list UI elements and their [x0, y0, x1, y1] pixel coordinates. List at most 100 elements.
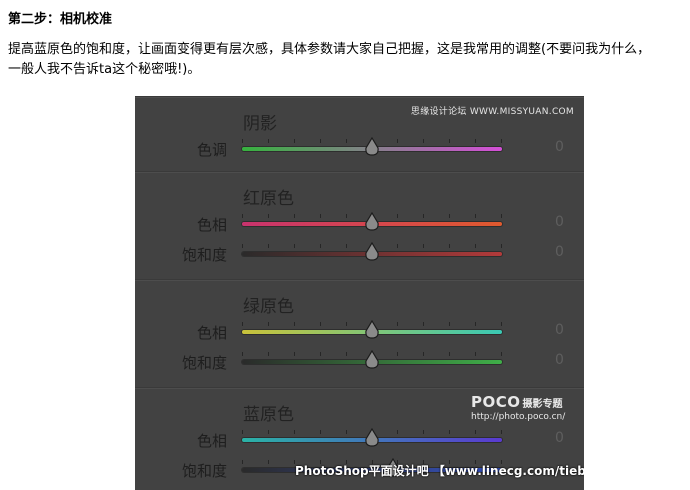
slider-tick [397, 214, 399, 218]
slider-thumb[interactable] [364, 350, 380, 370]
step-title: 第二步：相机校准 [8, 12, 113, 27]
slider-value: 0 [555, 352, 564, 368]
slider-tick [293, 244, 295, 248]
slider-tick [267, 244, 269, 248]
watermark-bottom: PhotoShop平面设计吧 【www.linecg.com/tieba/178… [295, 464, 584, 478]
slider-tick [242, 139, 243, 143]
slider-tick [423, 430, 425, 434]
slider-tick [345, 322, 347, 326]
slider-thumb[interactable] [364, 242, 380, 262]
slider-tick [501, 244, 502, 248]
poco-sub: 摄影专题 [522, 399, 563, 410]
slider-thumb[interactable] [364, 320, 380, 340]
slider-tick [449, 139, 451, 143]
slider-tick [345, 430, 347, 434]
slider-tick [267, 139, 269, 143]
slider-tick [449, 430, 451, 434]
slider-tick [345, 139, 347, 143]
slider-row: 饱和度 0 [135, 242, 584, 266]
slider-tick [475, 322, 477, 326]
slider-thumb[interactable] [364, 212, 380, 232]
slider-tick [475, 214, 477, 218]
slider-label: 饱和度 [181, 354, 227, 372]
slider-tick [319, 322, 321, 326]
slider-tick [423, 322, 425, 326]
slider-row: 色调 0 [135, 137, 584, 161]
slider-value: 0 [555, 139, 564, 155]
slider-tick [449, 214, 451, 218]
slider-tick [449, 322, 451, 326]
section-title: 红原色 [243, 189, 294, 209]
slider-tick [267, 214, 269, 218]
slider-tick [293, 322, 295, 326]
slider-thumb[interactable] [364, 137, 380, 157]
section-title: 蓝原色 [243, 405, 294, 425]
slider-tick [319, 214, 321, 218]
poco-url: http://photo.poco.cn/ [471, 412, 566, 422]
slider-tick [242, 214, 243, 218]
slider-tick [242, 460, 243, 464]
slider-tick [267, 430, 269, 434]
slider-value: 0 [555, 430, 564, 446]
slider-value: 0 [555, 244, 564, 260]
slider-label: 色相 [196, 432, 227, 450]
slider-tick [449, 352, 451, 356]
slider-tick [319, 139, 321, 143]
slider-tick [423, 352, 425, 356]
poco-brand: POCO [471, 393, 521, 411]
intro-paragraph: 提高蓝原色的饱和度，让画面变得更有层次感，具体参数请大家自己把握，这是我常用的调… [8, 40, 690, 80]
slider-tick [501, 214, 502, 218]
slider-tick [242, 322, 243, 326]
slider-tick [293, 352, 295, 356]
section-green-primary: 绿原色 色相 0 饱和度 0 [135, 279, 584, 388]
slider-tick [397, 322, 399, 326]
slider-tick [475, 139, 477, 143]
slider-tick [501, 430, 502, 434]
slider-label: 色调 [196, 141, 227, 159]
slider-tick [397, 244, 399, 248]
slider-thumb[interactable] [364, 428, 380, 448]
slider-tick [319, 244, 321, 248]
slider-tick [267, 460, 269, 464]
intro-line-1: 提高蓝原色的饱和度，让画面变得更有层次感，具体参数请大家自己把握，这是我常用的调… [8, 42, 651, 57]
slider-row: 色相 0 [135, 212, 584, 236]
slider-tick [475, 430, 477, 434]
slider-label: 饱和度 [181, 246, 227, 264]
slider-tick [242, 430, 243, 434]
section-red-primary: 红原色 色相 0 饱和度 0 [135, 171, 584, 280]
slider-tick [267, 322, 269, 326]
slider-tick [475, 352, 477, 356]
slider-tick [242, 352, 243, 356]
slider-row: 色相 0 [135, 320, 584, 344]
slider-tick [345, 214, 347, 218]
slider-tick [345, 244, 347, 248]
slider-tick [475, 244, 477, 248]
slider-tick [501, 139, 502, 143]
slider-label: 色相 [196, 216, 227, 234]
intro-line-2: 一般人我不告诉ta这个秘密哦!)。 [8, 62, 201, 77]
slider-label: 饱和度 [181, 462, 227, 480]
slider-tick [345, 352, 347, 356]
slider-tick [423, 139, 425, 143]
slider-row: 饱和度 0 [135, 350, 584, 374]
slider-tick [293, 214, 295, 218]
camera-calibration-panel: 思缘设计论坛 WWW.MISSYUAN.COM 阴影 色调 0 红原色 色相 0 饱和度 0 绿… [135, 96, 584, 490]
slider-tick [267, 352, 269, 356]
slider-tick [293, 139, 295, 143]
slider-tick [423, 214, 425, 218]
slider-value: 0 [555, 322, 564, 338]
slider-row: 色相 0 [135, 428, 584, 452]
poco-watermark: POCO 摄影专题 http://photo.poco.cn/ [471, 392, 581, 422]
slider-tick [397, 352, 399, 356]
slider-value: 0 [555, 214, 564, 230]
section-title: 绿原色 [243, 297, 294, 317]
slider-tick [293, 430, 295, 434]
slider-tick [319, 352, 321, 356]
slider-tick [397, 139, 399, 143]
slider-tick [423, 244, 425, 248]
slider-tick [501, 352, 502, 356]
slider-tick [242, 244, 243, 248]
slider-label: 色相 [196, 324, 227, 342]
slider-tick [449, 244, 451, 248]
section-shadows: 阴影 色调 0 [135, 96, 584, 172]
